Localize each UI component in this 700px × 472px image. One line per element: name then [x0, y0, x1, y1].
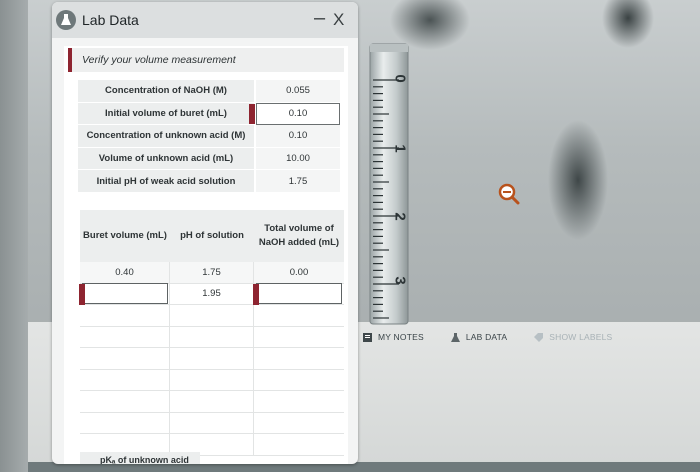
parameter-row: Initial volume of buret (mL) 0.10 [78, 102, 346, 126]
table-row [80, 412, 344, 434]
buret-volume-input[interactable] [81, 283, 168, 305]
buret[interactable]: 0 1 2 3 [362, 40, 418, 326]
parameter-row: Concentration of unknown acid (M) 0.10 [78, 125, 346, 148]
table-header: Buret volume (mL) pH of solution Total v… [80, 210, 344, 262]
table-row [80, 391, 344, 413]
magnifier-icon[interactable] [498, 183, 520, 205]
lab-data-label: LAB DATA [465, 332, 508, 342]
buret-graphic [369, 43, 409, 325]
naoh-added-input[interactable] [256, 283, 342, 305]
window-title-bar[interactable]: Lab Data – X [52, 2, 358, 38]
parameter-value: 0.055 [256, 80, 340, 103]
table-row [80, 326, 344, 348]
left-edge [0, 0, 28, 472]
accent-bar [68, 48, 72, 72]
my-notes-label: MY NOTES [378, 332, 424, 342]
notes-icon [363, 332, 372, 342]
buret-volume-input-cell [79, 283, 170, 305]
table-cell: 1.75 [170, 262, 254, 283]
parameter-label: Concentration of NaOH (M) [78, 80, 254, 103]
table-row [80, 348, 344, 370]
parameter-label: Initial pH of weak acid solution [78, 170, 254, 193]
buret-scale-label: 0 [391, 74, 409, 83]
column-header: Total volume of NaOH added (mL) [258, 223, 340, 248]
minimize-button[interactable]: – [314, 7, 325, 30]
column-header: Buret volume (mL) [83, 230, 167, 241]
table-row: 1.95 [79, 283, 344, 305]
column-header: pH of solution [180, 230, 244, 241]
buret-scale-label: 3 [391, 276, 409, 285]
parameter-row: Volume of unknown acid (mL) 10.00 [78, 147, 346, 171]
parameter-label: Concentration of unknown acid (M) [78, 125, 254, 148]
lab-data-window: Lab Data – X Verify your volume measurem… [52, 2, 358, 464]
tag-icon [534, 332, 544, 342]
window-content: Verify your volume measurement Concentra… [64, 46, 348, 464]
flask-icon [56, 10, 76, 30]
flask-icon [450, 332, 460, 342]
naoh-added-input-cell [253, 283, 344, 305]
buret-scale-label: 2 [391, 212, 409, 221]
titration-data-table: Buret volume (mL) pH of solution Total v… [79, 210, 344, 456]
close-button[interactable]: X [333, 10, 344, 30]
show-labels-label: SHOW LABELS [549, 332, 613, 342]
table-cell: 0.40 [80, 262, 170, 283]
parameter-row: Initial pH of weak acid solution 1.75 [78, 170, 346, 193]
show-labels-button[interactable]: SHOW LABELS [533, 332, 612, 343]
window-title: Lab Data [82, 12, 139, 28]
my-notes-button[interactable]: MY NOTES [362, 332, 424, 343]
table-cell: 0.00 [254, 262, 344, 283]
buret-scale-label: 1 [391, 144, 409, 153]
section-header-text: Verify your volume measurement [82, 54, 236, 66]
initial-buret-volume-input[interactable]: 0.10 [249, 102, 340, 126]
parameter-value: 1.75 [256, 170, 340, 193]
parameters-table: Concentration of NaOH (M) 0.055 Initial … [78, 80, 346, 193]
parameter-label: Volume of unknown acid (mL) [78, 147, 254, 171]
table-cell: 1.95 [170, 283, 254, 304]
parameter-label: Initial volume of buret (mL) [78, 102, 254, 126]
bottom-toolbar: MY NOTES LAB DATA SHOW LABELS [362, 330, 612, 344]
table-row: 0.40 1.75 0.00 [80, 262, 344, 284]
accent-flag [253, 283, 259, 305]
parameter-value: 10.00 [256, 147, 340, 171]
parameter-row: Concentration of NaOH (M) 0.055 [78, 80, 346, 103]
table-row [80, 369, 344, 391]
pka-label: pKₐ of unknown acid [80, 452, 200, 464]
section-header: Verify your volume measurement [68, 48, 344, 72]
lab-data-button[interactable]: LAB DATA [450, 332, 507, 343]
table-row [80, 305, 344, 327]
parameter-value: 0.10 [256, 125, 340, 148]
accent-flag [79, 283, 85, 305]
